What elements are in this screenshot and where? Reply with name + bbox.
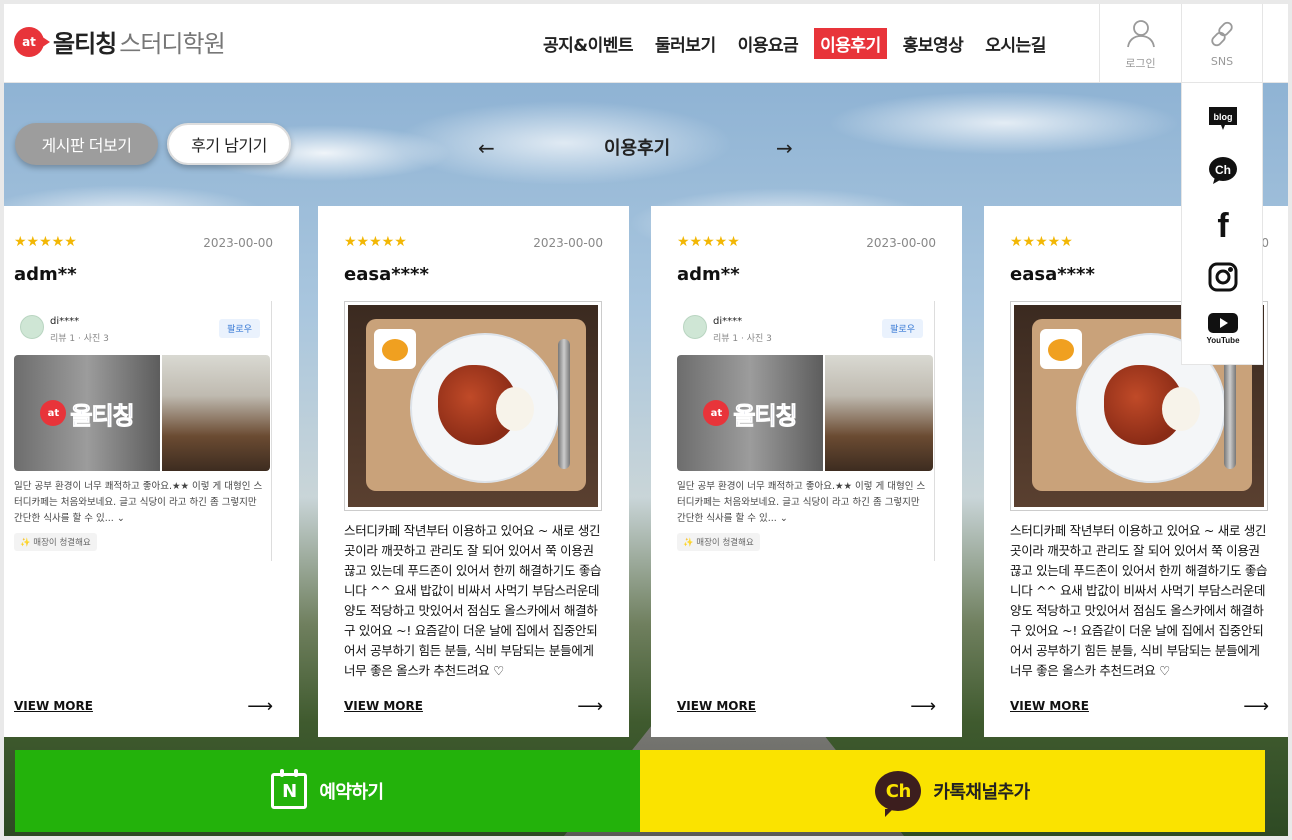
view-more-link[interactable]: VIEW MORE [344, 699, 423, 713]
arrow-right-icon[interactable]: ⟶ [1243, 696, 1269, 717]
embedded-review-meta: 리뷰 1 · 사진 3 [713, 334, 772, 344]
embedded-review-text: 일단 공부 환경이 너무 쾌적하고 좋아요.★★ 이렇 게 대형인 스터디카페는… [14, 481, 263, 524]
rating-stars: ★★★★★ [677, 234, 740, 250]
review-text: 스터디카페 작년부터 이용하고 있어요 ~ 새로 생긴 곳이라 깨끗하고 관리도… [1010, 523, 1268, 678]
youtube-icon: YouTube [1206, 313, 1240, 345]
review-user: adm** [677, 264, 740, 285]
page: at 올티칭 스터디학원 공지&이벤트 둘러보기 이용요금 이용후기 홍보영상 … [4, 4, 1288, 836]
arrow-right-icon[interactable]: ⟶ [247, 696, 273, 717]
board-more-button[interactable]: 게시판 더보기 [15, 123, 158, 165]
user-icon [1126, 19, 1155, 47]
view-more-link[interactable]: VIEW MORE [677, 699, 756, 713]
embedded-reviewer-name: di**** [713, 316, 743, 327]
sns-kakao-link[interactable]: Ch [1182, 155, 1264, 187]
sns-button[interactable]: SNS [1181, 4, 1263, 83]
review-card[interactable]: ★★★★★ 2023-00-00 adm** di**** 리뷰 1 · 사진 … [4, 206, 299, 737]
nav-item-notice[interactable]: 공지&이벤트 [537, 28, 639, 59]
view-more-link[interactable]: VIEW MORE [1010, 699, 1089, 713]
avatar [20, 315, 44, 339]
nav-item-pricing[interactable]: 이용요금 [732, 28, 805, 59]
sns-instagram-link[interactable] [1182, 261, 1264, 293]
embedded-review-header: di**** 리뷰 1 · 사진 3 팔로우 [677, 311, 935, 347]
interior-photo [162, 355, 270, 471]
review-user: easa**** [1010, 264, 1095, 285]
sns-facebook-link[interactable]: f [1182, 207, 1264, 241]
prev-arrow-icon[interactable]: ← [478, 136, 495, 160]
sign-badge: at [703, 400, 730, 426]
facebook-icon-label: f [1217, 207, 1229, 241]
food-photo [344, 301, 602, 511]
blog-icon-label: blog [1214, 112, 1233, 122]
arrow-right-icon[interactable]: ⟶ [910, 696, 936, 717]
follow-button[interactable]: 팔로우 [219, 319, 260, 338]
sign-text: 올티칭 [70, 401, 135, 430]
embedded-review-text: 일단 공부 환경이 너무 쾌적하고 좋아요.★★ 이렇 게 대형인 스터디카페는… [677, 481, 926, 524]
rating-stars: ★★★★★ [1010, 234, 1073, 250]
section-title: 이용후기 [604, 138, 671, 159]
nav-item-reviews[interactable]: 이용후기 [814, 28, 887, 59]
facebook-icon: f [1217, 207, 1229, 241]
youtube-icon-label: YouTube [1206, 336, 1240, 345]
kakao-channel-label: 카톡채널추가 [933, 782, 1030, 803]
sign-badge: at [40, 400, 67, 426]
sns-label: SNS [1210, 55, 1234, 68]
review-user: easa**** [344, 264, 429, 285]
login-label: 로그인 [1125, 56, 1156, 70]
sns-youtube-link[interactable]: YouTube [1182, 311, 1264, 345]
write-review-button[interactable]: 후기 남기기 [167, 123, 291, 165]
nav-item-video[interactable]: 홍보영상 [897, 28, 970, 59]
embedded-review-header: di**** 리뷰 1 · 사진 3 팔로우 [14, 311, 272, 347]
blog-icon: blog [1209, 107, 1237, 130]
logo-badge: at [14, 26, 50, 57]
rating-stars: ★★★★★ [14, 234, 77, 250]
interior-photo [825, 355, 933, 471]
instagram-icon [1208, 262, 1238, 292]
kakao-channel-icon: Ch [1209, 157, 1237, 184]
review-card[interactable]: ★★★★★ 2023-00-00 easa**** 스터디카페 작년부터 이용하… [318, 206, 629, 737]
review-card[interactable]: ★★★★★ 2023-00-00 adm** di**** 리뷰 1 · 사진 … [651, 206, 962, 737]
kakao-channel-icon-label: Ch [1215, 163, 1231, 177]
arrow-right-icon[interactable]: ⟶ [577, 696, 603, 717]
review-user: adm** [14, 264, 77, 285]
nav-item-tour[interactable]: 둘러보기 [649, 28, 722, 59]
next-arrow-icon[interactable]: → [776, 136, 793, 160]
store-sign-photo: at 올티칭 [677, 355, 823, 471]
logo-name: 올티칭 [53, 30, 117, 58]
sign-text: 올티칭 [733, 401, 798, 430]
nav-item-directions[interactable]: 오시는길 [979, 28, 1052, 59]
site-header: at 올티칭 스터디학원 공지&이벤트 둘러보기 이용요금 이용후기 홍보영상 … [4, 4, 1288, 83]
embedded-reviewer-name: di**** [50, 316, 80, 327]
review-date: 2023-00-00 [866, 236, 936, 250]
sns-blog-link[interactable]: blog [1182, 103, 1264, 135]
reserve-button[interactable]: N 예약하기 [15, 750, 640, 832]
embedded-review: di**** 리뷰 1 · 사진 3 팔로우 at 올티칭 일단 공부 환경이 … [677, 301, 935, 561]
review-date: 2023-00-00 [533, 236, 603, 250]
rating-stars: ★★★★★ [344, 234, 407, 250]
review-text: 스터디카페 작년부터 이용하고 있어요 ~ 새로 생긴 곳이라 깨끗하고 관리도… [344, 523, 602, 678]
naver-booking-icon: N [271, 769, 308, 809]
kakao-channel-button[interactable]: Ch 카톡채널추가 [640, 750, 1265, 832]
link-icon [1211, 21, 1233, 47]
logo[interactable]: at 올티칭 스터디학원 [14, 24, 226, 59]
kakao-channel-icon: Ch [875, 771, 922, 817]
main-nav: 공지&이벤트 둘러보기 이용요금 이용후기 홍보영상 오시는길 [537, 28, 1062, 59]
avatar [683, 315, 707, 339]
follow-button[interactable]: 팔로우 [882, 319, 923, 338]
reserve-label: 예약하기 [319, 782, 384, 803]
embedded-review-meta: 리뷰 1 · 사진 3 [50, 334, 109, 344]
store-sign-photo: at 올티칭 [14, 355, 160, 471]
review-date: 2023-00-00 [203, 236, 273, 250]
login-button[interactable]: 로그인 [1099, 4, 1181, 83]
view-more-link[interactable]: VIEW MORE [14, 699, 93, 713]
logo-subtitle: 스터디학원 [119, 30, 225, 58]
sns-dropdown: blog Ch f YouTube [1181, 83, 1263, 365]
embedded-review: di**** 리뷰 1 · 사진 3 팔로우 at 올티칭 일단 공부 환경이 … [14, 301, 272, 561]
keyword-tag: ✨ 매장이 청결해요 [677, 533, 760, 551]
keyword-tag: ✨ 매장이 청결해요 [14, 533, 97, 551]
